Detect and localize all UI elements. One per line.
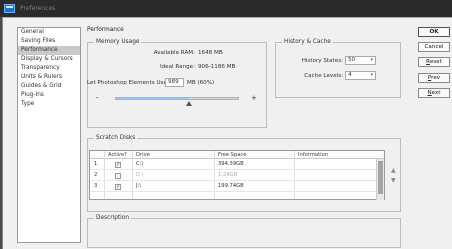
scrollbar-thumb[interactable] xyxy=(378,161,383,194)
memory-slider-thumb[interactable] xyxy=(186,101,193,106)
app-icon xyxy=(4,4,15,13)
move-down-icon[interactable]: ▼ xyxy=(391,178,396,184)
nav-item-transparency[interactable]: Transparency xyxy=(18,64,80,73)
memory-decrease-button[interactable]: - xyxy=(96,95,99,102)
memory-increase-button[interactable]: + xyxy=(251,95,257,102)
available-ram-value: 1648 MB xyxy=(198,50,223,56)
nav-item-units-rulers[interactable]: Units & Rulers xyxy=(18,73,80,82)
ideal-range-label: Ideal Range: xyxy=(159,64,195,70)
window-title: Preferences xyxy=(20,5,56,12)
nav-item-performance[interactable]: Performance xyxy=(18,46,80,55)
cache-levels-value: 4 xyxy=(348,72,352,78)
reset-label: eset xyxy=(429,59,442,65)
row-number: 3 xyxy=(94,183,98,189)
column-header-free-space: Free Space xyxy=(218,152,247,158)
nav-item-display-cursors[interactable]: Display & Cursors xyxy=(18,55,80,64)
nav-item-guides-grid[interactable]: Guides & Grid xyxy=(18,82,80,91)
available-ram-label: Available RAM: xyxy=(153,50,195,56)
table-row[interactable]: 3 ✓ J:\ 199.74GB xyxy=(90,181,384,192)
column-header-drive: Drive xyxy=(136,152,150,158)
memory-usage-legend: Memory Usage xyxy=(94,39,142,46)
history-states-select[interactable]: 50 ▾ xyxy=(345,56,376,65)
row-number: 2 xyxy=(94,172,98,178)
column-header-information: Information xyxy=(298,152,329,158)
memory-slider[interactable] xyxy=(115,97,239,100)
move-up-icon[interactable]: ▲ xyxy=(391,168,396,174)
ideal-range-value: 906-1186 MB xyxy=(198,64,236,70)
cache-levels-label: Cache Levels: xyxy=(304,73,343,79)
history-cache-legend: History & Cache xyxy=(282,39,333,46)
memory-use-label: Let Photoshop Elements Use: xyxy=(87,80,169,86)
history-states-label: History States: xyxy=(301,58,343,64)
memory-use-input[interactable]: 989 xyxy=(165,78,184,87)
description-group: Description xyxy=(87,215,401,248)
drive-cell: D:\ xyxy=(136,172,144,178)
scratch-disks-table: Active? Drive Free Space Information 1 ✓… xyxy=(89,150,385,200)
history-cache-group: History & Cache xyxy=(275,39,401,98)
active-checkbox[interactable]: ✓ xyxy=(115,162,121,168)
drive-cell: J:\ xyxy=(136,183,142,189)
description-legend: Description xyxy=(94,215,132,222)
column-header-active: Active? xyxy=(108,152,127,158)
active-checkbox[interactable] xyxy=(115,173,121,179)
table-scrollbar[interactable] xyxy=(376,159,384,200)
free-space-cell: 199.74GB xyxy=(218,183,244,189)
next-label: ext xyxy=(431,90,441,96)
scratch-disks-legend: Scratch Disks xyxy=(94,135,138,142)
cache-levels-select[interactable]: 4 ▾ xyxy=(345,71,376,80)
table-header: Active? Drive Free Space Information xyxy=(90,151,384,159)
drive-cell: C:\ xyxy=(136,161,144,167)
nav-item-type[interactable]: Type xyxy=(18,100,80,109)
table-row[interactable]: 1 ✓ C:\ 394.39GB xyxy=(90,159,384,170)
reset-button[interactable]: Reset xyxy=(418,57,450,67)
history-states-value: 50 xyxy=(348,57,356,63)
nav-item-saving-files[interactable]: Saving Files xyxy=(18,37,80,46)
memory-slider-fill xyxy=(116,98,190,99)
ok-button[interactable]: OK xyxy=(418,27,450,37)
title-bar: Preferences xyxy=(0,0,452,17)
nav-item-plug-ins[interactable]: Plug-Ins xyxy=(18,91,80,100)
active-checkbox[interactable]: ✓ xyxy=(115,184,121,190)
cancel-button[interactable]: Cancel xyxy=(418,42,450,52)
prev-label: rev xyxy=(431,75,441,81)
next-button[interactable]: Next xyxy=(418,88,450,98)
chevron-down-icon: ▾ xyxy=(370,72,373,78)
row-number: 1 xyxy=(94,161,98,167)
memory-use-suffix: MB (60%) xyxy=(187,80,215,86)
nav-item-general[interactable]: General xyxy=(18,28,80,37)
table-row[interactable]: 2 D:\ 1.29GB xyxy=(90,170,384,181)
free-space-cell: 1.29GB xyxy=(218,172,238,178)
prev-button[interactable]: Prev xyxy=(418,73,450,83)
page-title: Performance xyxy=(87,27,124,33)
free-space-cell: 394.39GB xyxy=(218,161,244,167)
chevron-down-icon: ▾ xyxy=(370,57,373,63)
category-list[interactable]: General Saving Files Performance Display… xyxy=(17,27,81,243)
preferences-dialog: General Saving Files Performance Display… xyxy=(2,17,452,249)
